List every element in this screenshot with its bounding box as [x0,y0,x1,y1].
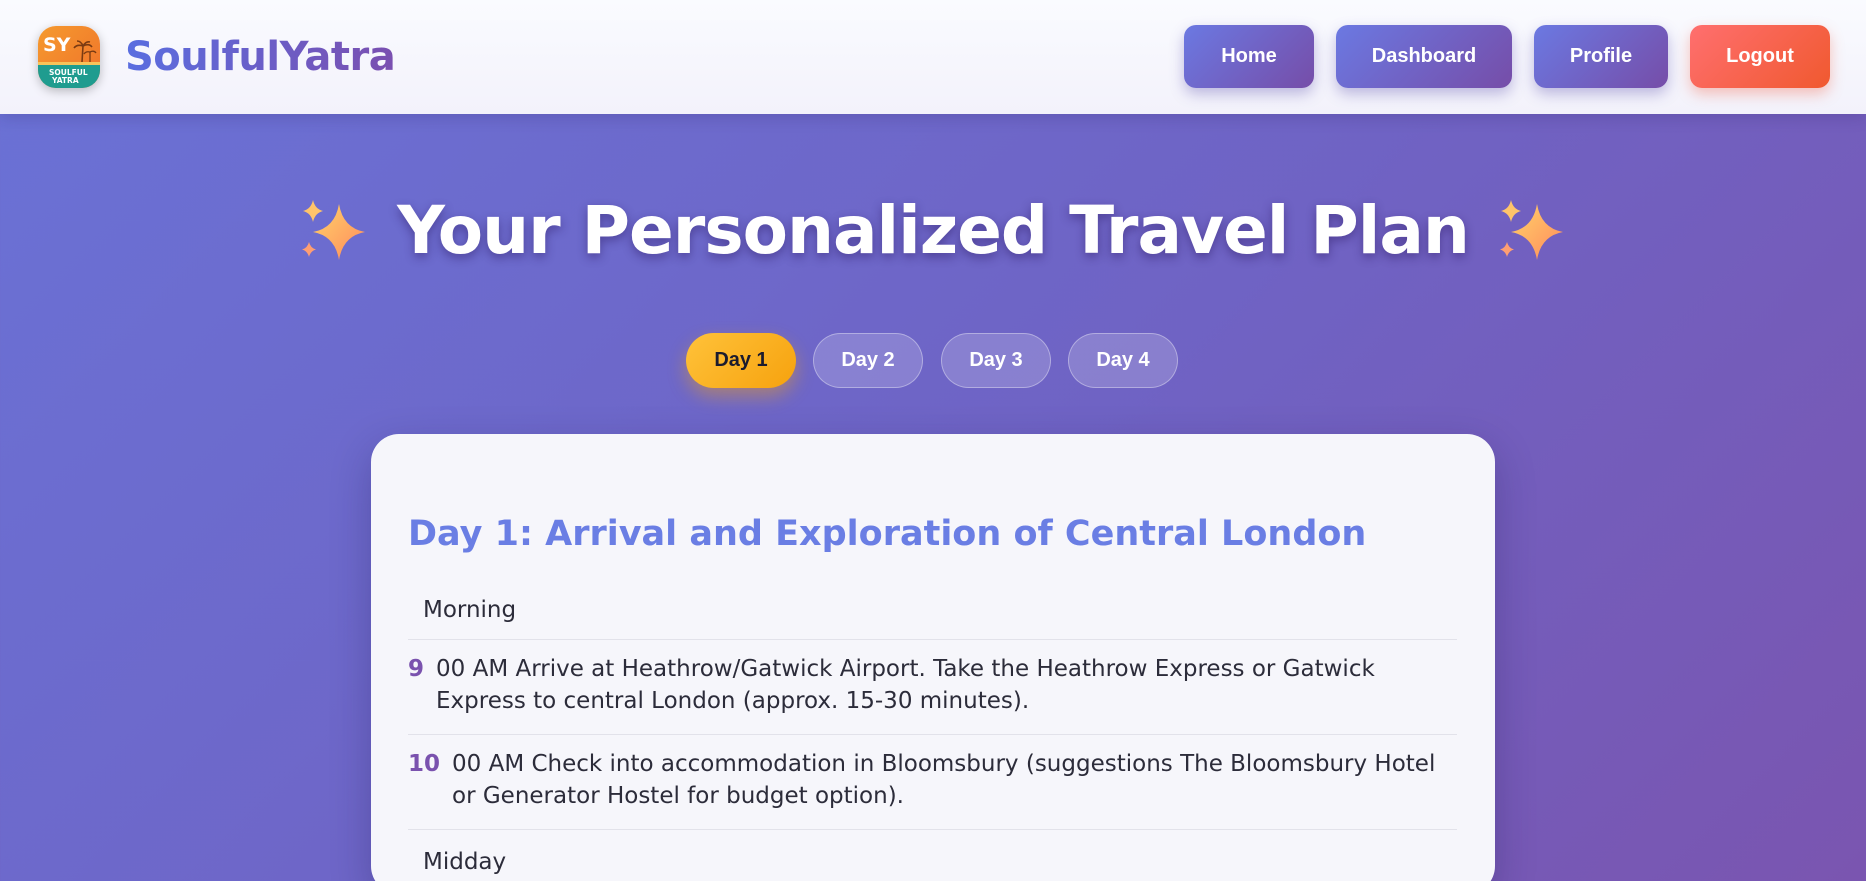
itinerary-card: Day 1: Arrival and Exploration of Centra… [371,434,1495,881]
brand-name[interactable]: SoulfulYatra [125,30,396,84]
sparkles-icon [1499,200,1563,260]
svg-text:YATRA: YATRA [51,76,79,85]
divider [408,734,1457,735]
section-label-midday: Midday [423,849,507,875]
list-item: 9 00 AM Arrive at Heathrow/Gatwick Airpo… [408,653,1448,717]
divider [408,829,1457,830]
tab-day-1[interactable]: Day 1 [686,333,796,388]
item-text: 00 AM Check into accommodation in Blooms… [452,751,1436,809]
nav-dashboard-button[interactable]: Dashboard [1336,25,1512,88]
logo-icon[interactable]: SY SOULFUL YATRA [38,26,100,88]
nav-home-button[interactable]: Home [1184,25,1314,88]
top-navbar: SY SOULFUL YATRA SoulfulYatra Home Dashb… [0,0,1866,114]
item-number: 10 [408,751,441,777]
page-title-row: Your Personalized Travel Plan [0,186,1866,276]
tab-day-4[interactable]: Day 4 [1068,333,1178,388]
tab-day-2[interactable]: Day 2 [813,333,923,388]
logo-initials: SY [43,34,71,56]
item-number: 9 [408,656,425,682]
page-title: Your Personalized Travel Plan [397,192,1470,269]
day-heading: Day 1: Arrival and Exploration of Centra… [408,514,1367,554]
item-text: 00 AM Arrive at Heathrow/Gatwick Airport… [436,656,1375,714]
divider [408,639,1457,640]
list-item: 10 00 AM Check into accommodation in Blo… [408,748,1448,812]
logout-button[interactable]: Logout [1690,25,1830,88]
section-label-morning: Morning [423,597,517,623]
sparkles-icon [302,200,366,260]
tab-day-3[interactable]: Day 3 [941,333,1051,388]
nav-profile-button[interactable]: Profile [1534,25,1668,88]
